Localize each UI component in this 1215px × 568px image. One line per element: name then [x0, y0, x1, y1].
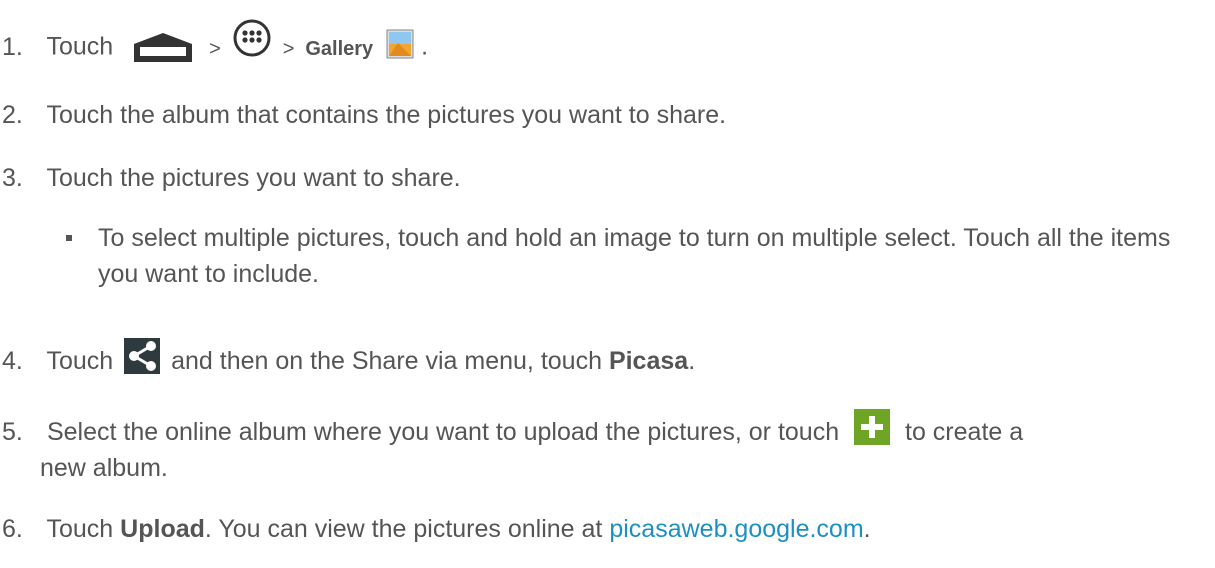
step-end: .: [421, 32, 429, 61]
step-end: .: [688, 347, 696, 375]
separator: >: [282, 37, 295, 60]
step-text: Touch the album that contains the pictur…: [46, 101, 727, 129]
step-number: 5.: [2, 418, 23, 446]
upload-label: Upload: [120, 515, 205, 543]
gallery-label: Gallery: [305, 37, 374, 60]
step-5-continuation: new album.: [40, 454, 168, 482]
sub-step: To select multiple pictures, touch and h…: [98, 224, 1171, 288]
step-text: to create a: [905, 418, 1024, 446]
picasa-label: Picasa: [608, 347, 689, 375]
home-icon: [130, 30, 196, 66]
step-number: 6.: [2, 515, 23, 543]
step-text: Touch: [46, 347, 114, 375]
separator: >: [209, 37, 221, 60]
picasaweb-link[interactable]: picasaweb.google.com: [609, 515, 863, 543]
step-text: Touch: [46, 515, 114, 543]
step-4: 4. Touch and then on the Share via menu,…: [2, 338, 1195, 380]
share-icon: [124, 338, 161, 375]
gallery-icon: [386, 29, 414, 59]
step-5: 5. Select the online album where you wan…: [2, 409, 1195, 451]
step-1: 1. Touch > > Gallery .: [2, 19, 1195, 68]
step-number: 2.: [2, 101, 23, 129]
step-text: Touch: [46, 32, 114, 61]
step-6: 6. Touch Upload. You can view the pictur…: [2, 511, 1195, 547]
step-number: 4.: [2, 347, 23, 375]
step-text: Touch the pictures you want to share.: [46, 164, 461, 192]
step-text: and then on the Share via menu, touch: [171, 347, 602, 375]
step-number: 3.: [2, 164, 23, 192]
step-2: 2. Touch the album that contains the pic…: [2, 97, 1195, 133]
add-icon: [854, 409, 891, 446]
step-text: Select the online album where you want t…: [46, 418, 840, 446]
step-number: 1.: [2, 32, 23, 61]
apps-icon: [232, 18, 272, 58]
step-text: . You can view the pictures online at: [204, 515, 603, 543]
bullet: [66, 235, 72, 241]
step-3: 3. Touch the pictures you want to share.: [2, 160, 1195, 196]
step-end: .: [863, 515, 871, 543]
